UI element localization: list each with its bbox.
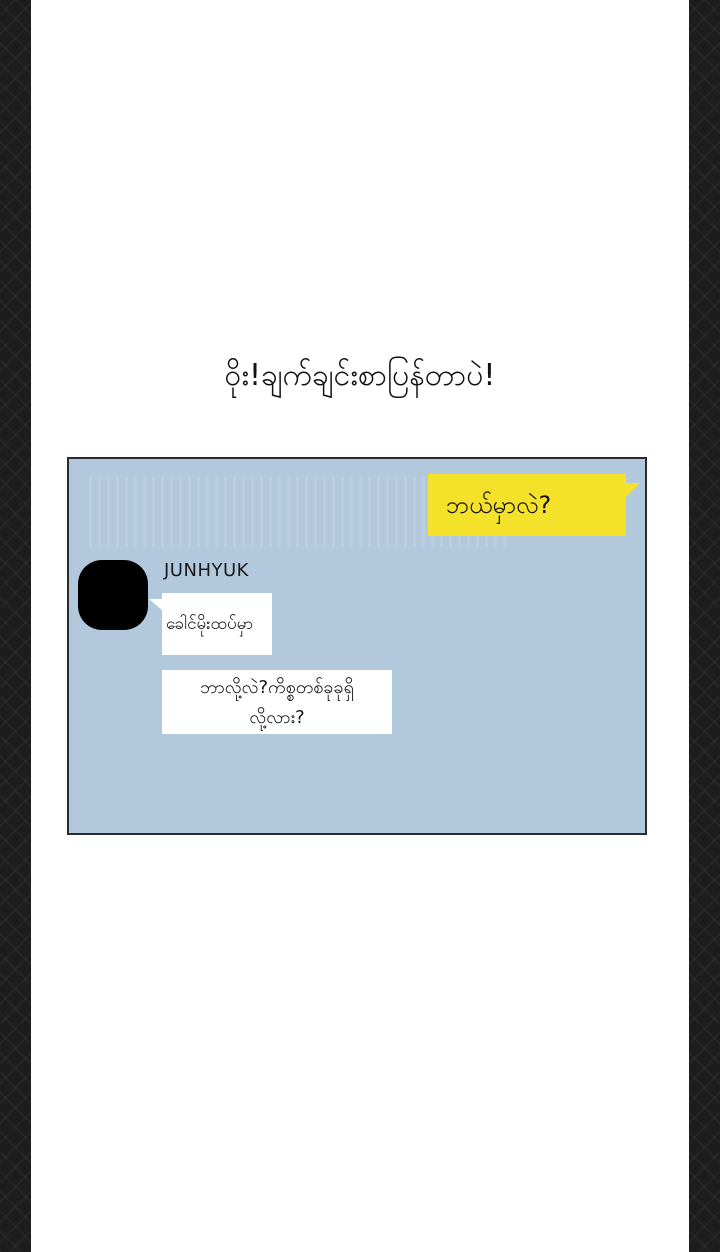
contact-name: JUNHYUK (164, 560, 249, 581)
incoming-message-bubble-2: ဘာလို့လဲ?ကိစ္စတစ်ခုခုရှိ လို့လား? (162, 670, 392, 734)
outgoing-message-text: ဘယ်မှာလဲ? (446, 491, 552, 519)
incoming-message-line-1: ဘာလို့လဲ?ကိစ္စတစ်ခုခုရှိ (199, 677, 354, 698)
incoming-message-text: ခေါင်မိုးထပ်မှာ (166, 614, 254, 634)
chat-panel: ဘယ်မှာလဲ? JUNHYUK ခေါင်မိုးထပ်မှာ ဘာလို့… (67, 457, 647, 835)
contact-avatar (78, 560, 148, 630)
incoming-message-bubble: ခေါင်မိုးထပ်မှာ (162, 593, 272, 655)
right-dark-margin (689, 0, 720, 1252)
incoming-bubble-tail (149, 599, 163, 611)
outgoing-message-bubble: ဘယ်မှာလဲ? (428, 474, 626, 536)
outgoing-bubble-tail (626, 483, 640, 497)
incoming-message-line-2: လို့လား? (249, 707, 305, 728)
comic-page: ဝိုး!ချက်ချင်းစာပြန်တာပဲ! ဘယ်မှာလဲ? JUNH… (31, 0, 689, 1252)
narration-caption: ဝိုး!ချက်ချင်းစာပြန်တာပဲ! (224, 358, 496, 393)
left-dark-margin (0, 0, 31, 1252)
